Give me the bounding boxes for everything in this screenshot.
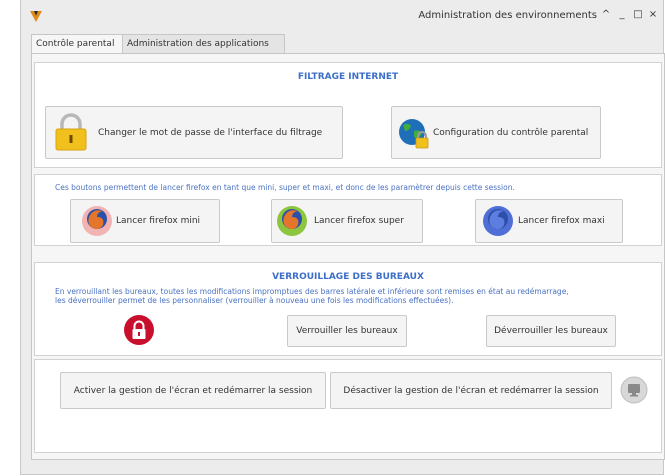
window-title: Administration des environnements <box>418 10 597 21</box>
parental-config-button[interactable]: Configuration du contrôle parental <box>391 106 601 159</box>
activate-screen-button[interactable]: Activer la gestion de l'écran et redémar… <box>60 372 326 409</box>
lock-desktops-button[interactable]: Verrouiller les bureaux <box>287 315 407 347</box>
tab-parental-control[interactable]: Contrôle parental <box>31 34 127 54</box>
minimize-button[interactable]: _ <box>615 8 629 22</box>
lock-panel: VERROUILLAGE DES BUREAUX En verrouillant… <box>34 262 662 356</box>
firefox-info-text: Ces boutons permettent de lancer firefox… <box>55 183 515 192</box>
tab-app-admin[interactable]: Administration des applications <box>122 34 285 53</box>
change-password-label: Changer le mot de passe de l'interface d… <box>98 127 323 138</box>
lock-info-line2: les déverrouiller permet de les personna… <box>55 296 454 305</box>
filtering-panel: FILTRAGE INTERNET Changer le mot de pass… <box>34 62 662 168</box>
deactivate-screen-button[interactable]: Désactiver la gestion de l'écran et redé… <box>330 372 612 409</box>
screen-settings-icon[interactable] <box>620 376 648 404</box>
red-lock-icon <box>124 315 154 345</box>
firefox-super-label: Lancer firefox super <box>314 216 404 226</box>
close-button[interactable]: × <box>646 8 660 22</box>
firefox-super-button[interactable]: Lancer firefox super <box>271 199 423 243</box>
firefox-mini-label: Lancer firefox mini <box>116 216 201 226</box>
lock-heading: VERROUILLAGE DES BUREAUX <box>272 272 424 282</box>
lock-info-line1: En verrouillant les bureaux, toutes les … <box>55 287 569 296</box>
screen-panel: Activer la gestion de l'écran et redémar… <box>34 359 662 453</box>
shade-button[interactable]: ^ <box>599 8 613 22</box>
firefox-maxi-icon <box>483 206 513 236</box>
firefox-mini-icon <box>82 206 112 236</box>
tab-content: FILTRAGE INTERNET Changer le mot de pass… <box>31 53 665 460</box>
app-window: Administration des environnements ^ _ □ … <box>20 0 665 475</box>
firefox-maxi-label: Lancer firefox maxi <box>518 216 605 226</box>
padlock-icon <box>55 113 87 151</box>
firefox-mini-button[interactable]: Lancer firefox mini <box>70 199 220 243</box>
maximize-button[interactable]: □ <box>631 8 645 22</box>
firefox-maxi-button[interactable]: Lancer firefox maxi <box>475 199 623 243</box>
globe-lock-icon <box>399 119 429 149</box>
app-logo-icon <box>30 11 42 22</box>
firefox-super-icon <box>277 206 307 236</box>
firefox-panel: Ces boutons permettent de lancer firefox… <box>34 174 662 246</box>
filtering-heading: FILTRAGE INTERNET <box>297 72 399 82</box>
parental-config-label: Configuration du contrôle parental <box>433 127 589 138</box>
title-bar: Administration des environnements ^ _ □ … <box>21 0 663 32</box>
change-password-button[interactable]: Changer le mot de passe de l'interface d… <box>45 106 343 159</box>
unlock-desktops-button[interactable]: Déverrouiller les bureaux <box>486 315 616 347</box>
